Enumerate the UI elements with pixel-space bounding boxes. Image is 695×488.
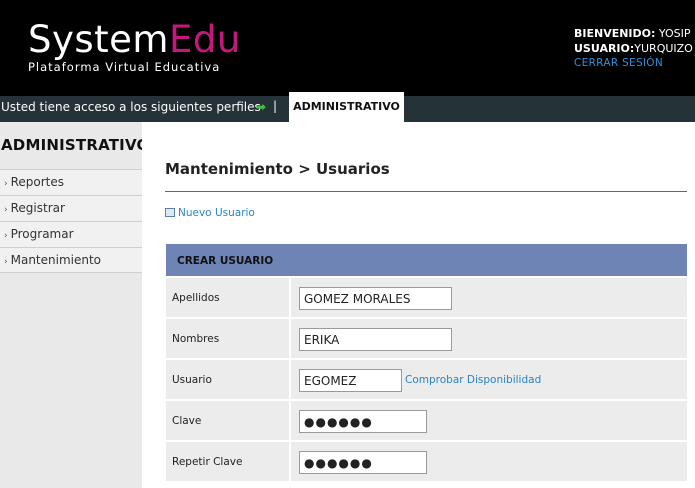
- form-row-usuario: Usuario Comprobar Disponibilidad: [166, 360, 687, 401]
- logo-main: System: [28, 18, 169, 61]
- field-label: Usuario: [166, 360, 289, 399]
- arrow-bullet-icon: ›: [4, 231, 8, 241]
- sidebar: ADMINISTRATIVO › Reportes › Registrar › Pro…: [0, 122, 149, 488]
- user-info: BIENVENIDO: YOSIP USUARIO:YURQUIZO CERRA…: [574, 27, 693, 71]
- profile-separator: |: [273, 99, 278, 113]
- field-cell: Comprobar Disponibilidad: [291, 360, 687, 399]
- create-user-form: CREAR USUARIO Apellidos Nombres Usuario …: [166, 244, 687, 483]
- field-cell: [291, 278, 687, 317]
- divider: [165, 191, 687, 192]
- main-content: Mantenimiento > Usuarios Nuevo Usuario C…: [142, 122, 695, 488]
- form-row-clave: Clave: [166, 401, 687, 442]
- field-label: Repetir Clave: [166, 442, 289, 481]
- user-label: USUARIO:: [574, 41, 635, 55]
- confirm-password-input[interactable]: [299, 451, 427, 474]
- user-line: USUARIO:YURQUIZO: [574, 42, 693, 57]
- check-availability-link[interactable]: Comprobar Disponibilidad: [405, 374, 541, 386]
- arrow-bullet-icon: ›: [4, 205, 8, 215]
- sidebar-item-label: Reportes: [10, 175, 65, 189]
- welcome-value: YOSIP: [658, 27, 691, 40]
- sidebar-item-label: Programar: [10, 227, 74, 241]
- profile-message: Usted tiene acceso a los siguientes perf…: [1, 100, 261, 114]
- apellidos-input[interactable]: [299, 287, 452, 310]
- sidebar-item-label: Registrar: [10, 201, 65, 215]
- user-value: YURQUIZO: [634, 41, 693, 55]
- page-title: Mantenimiento > Usuarios: [165, 160, 390, 178]
- form-row-repetir-clave: Repetir Clave: [166, 442, 687, 483]
- arrow-bullet-icon: ›: [4, 257, 8, 267]
- field-cell: [291, 401, 687, 440]
- usuario-input[interactable]: [299, 369, 402, 392]
- sidebar-item-reportes[interactable]: › Reportes: [0, 169, 142, 195]
- arrow-bullet-icon: ›: [4, 179, 8, 189]
- right-arrow-icon: ➡: [256, 100, 267, 114]
- nombres-input[interactable]: [299, 328, 452, 351]
- new-user-label: Nuevo Usuario: [178, 207, 255, 219]
- password-input[interactable]: [299, 410, 427, 433]
- logo-tagline: Plataforma Virtual Educativa: [28, 60, 221, 74]
- logo-wordmark: SystemEdu: [28, 18, 241, 62]
- sidebar-title: ADMINISTRATIVO: [1, 136, 150, 154]
- logo-accent: Edu: [168, 18, 241, 61]
- sidebar-menu: › Reportes › Registrar › Programar › Manteni…: [0, 169, 142, 273]
- form-row-nombres: Nombres: [166, 319, 687, 360]
- field-label: Apellidos: [166, 278, 289, 317]
- field-label: Nombres: [166, 319, 289, 358]
- logout-link[interactable]: CERRAR SESIÓN: [574, 56, 693, 71]
- sidebar-item-label: Mantenimiento: [10, 253, 102, 267]
- new-user-link[interactable]: Nuevo Usuario: [165, 207, 255, 219]
- sidebar-item-registrar[interactable]: › Registrar: [0, 195, 142, 221]
- field-label: Clave: [166, 401, 289, 440]
- form-row-apellidos: Apellidos: [166, 278, 687, 319]
- field-cell: [291, 319, 687, 358]
- tab-administrativo[interactable]: ADMINISTRATIVO: [289, 92, 404, 122]
- welcome-label: BIENVENIDO:: [574, 27, 656, 40]
- header: SystemEdu Plataforma Virtual Educativa B…: [0, 0, 695, 96]
- document-icon: [165, 208, 175, 217]
- logo[interactable]: SystemEdu Plataforma Virtual Educativa: [28, 18, 241, 78]
- form-header: CREAR USUARIO: [166, 244, 687, 278]
- sidebar-item-mantenimiento[interactable]: › Mantenimiento: [0, 247, 142, 273]
- welcome-line: BIENVENIDO: YOSIP: [574, 27, 693, 42]
- sidebar-item-programar[interactable]: › Programar: [0, 221, 142, 247]
- field-cell: [291, 442, 687, 481]
